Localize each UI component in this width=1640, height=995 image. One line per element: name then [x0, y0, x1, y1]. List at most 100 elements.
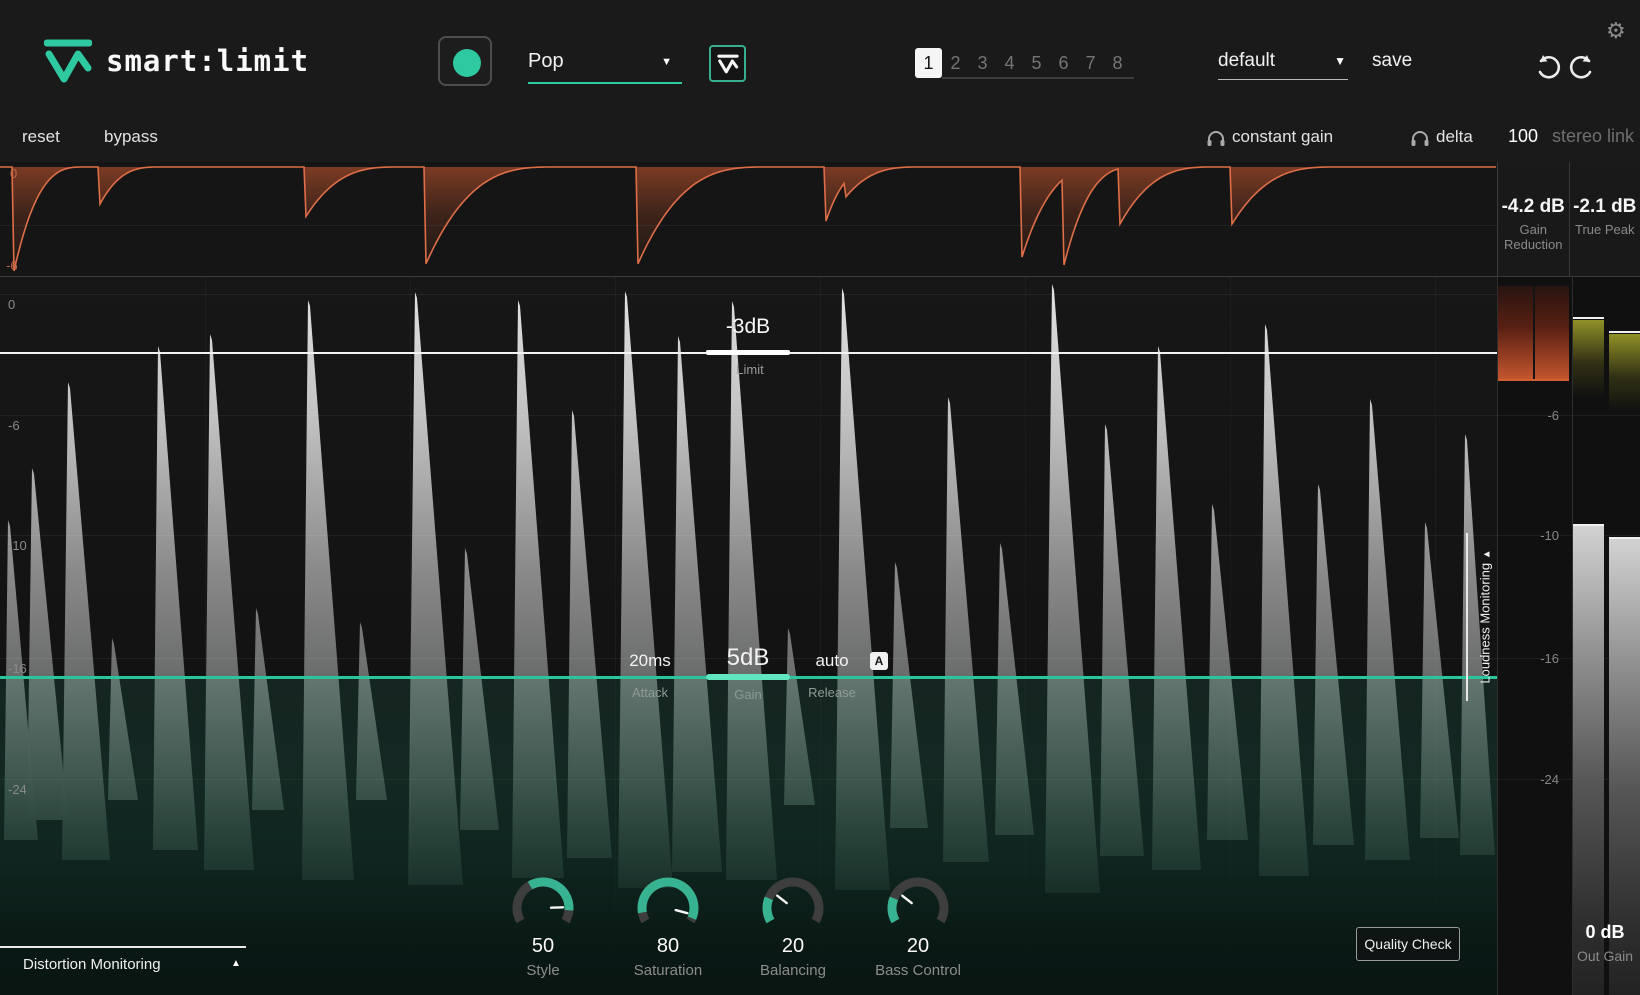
profile-reference-button[interactable] [709, 45, 746, 82]
plugin-window: smart:limit Pop ▼ 1 2 3 4 5 6 7 8 defaul… [0, 0, 1640, 995]
loudness-monitoring-handle-line [1466, 533, 1468, 701]
state-page-7[interactable]: 7 [1077, 48, 1104, 78]
gain-reduction-label: Gain Reduction [1503, 222, 1563, 252]
saturation-value: 80 [656, 935, 680, 957]
loudness-monitoring-handle[interactable]: Loudness Monitoring ▲ [1478, 533, 1493, 701]
attack-value[interactable]: 20ms [610, 651, 690, 671]
state-page-1[interactable]: 1 [915, 48, 942, 78]
state-page-2[interactable]: 2 [942, 48, 969, 78]
scale-0: 0 [8, 297, 16, 312]
gain-reduction-meter [1498, 286, 1569, 381]
bypass-button[interactable]: bypass [104, 127, 158, 147]
true-peak-value: -2.1 dB [1573, 196, 1637, 217]
state-page-8[interactable]: 8 [1104, 48, 1131, 78]
toolbar-row: reset bypass constant gain delta 100 ste… [0, 112, 1640, 162]
limit-line-handle[interactable] [706, 350, 790, 355]
reset-button[interactable]: reset [22, 127, 60, 147]
limit-value[interactable]: -3dB [700, 315, 796, 339]
chevron-down-icon: ▼ [1334, 54, 1346, 68]
limit-label: Limit [736, 362, 764, 377]
style-value: 50 [531, 935, 555, 957]
state-page-6[interactable]: 6 [1050, 48, 1077, 78]
gridline [1025, 277, 1026, 995]
save-button[interactable]: save [1372, 50, 1412, 72]
state-page-3[interactable]: 3 [969, 48, 996, 78]
style-label: Style [526, 962, 560, 979]
header-bar: smart:limit Pop ▼ 1 2 3 4 5 6 7 8 defaul… [0, 0, 1640, 112]
style-knob[interactable]: 50 Style [488, 875, 598, 979]
gridline-0db [0, 294, 1497, 295]
meter-scale-m24: -24 [1540, 772, 1559, 787]
meter-scale-m10: -10 [1540, 528, 1559, 543]
constant-gain-toggle[interactable]: constant gain [1232, 127, 1333, 147]
waveform-display: 0 -6 -10 -16 -24 -3dB Limit 20ms 5dB aut… [0, 277, 1497, 995]
balancing-knob[interactable]: 20 Balancing [738, 875, 848, 979]
app-title: smart:limit [106, 44, 310, 78]
gr-scale-0: 0 [10, 166, 18, 181]
gain-value[interactable]: 5dB [700, 644, 796, 672]
quality-check-button[interactable]: Quality Check [1356, 927, 1460, 961]
meter-scale-m16: -16 [1540, 651, 1559, 666]
genre-profile-value: Pop [528, 50, 564, 72]
dropdown-underline [1218, 78, 1348, 80]
settings-gear-icon[interactable]: ⚙ [1606, 18, 1626, 44]
headphones-icon [1410, 130, 1430, 147]
gridline [1435, 277, 1436, 995]
saturation-knob[interactable]: 80 Saturation [613, 875, 723, 979]
peak-history-right [1609, 334, 1640, 412]
readouts-panel: -4.2 dB Gain Reduction -2.1 dB True Peak [1497, 162, 1640, 277]
expand-arrow-icon: ▲ [1481, 549, 1493, 560]
true-peak-readout: -2.1 dB True Peak [1568, 162, 1640, 276]
gain-line-handle[interactable] [706, 674, 790, 680]
gridline-10db [0, 535, 1497, 536]
expand-arrow-icon[interactable]: ▲ [231, 958, 241, 969]
distortion-monitoring-line [0, 946, 246, 948]
chevron-down-icon: ▼ [661, 56, 672, 68]
auto-release-badge[interactable]: A [870, 652, 888, 670]
bass-control-label: Bass Control [875, 962, 961, 979]
sonible-mark-small-icon [716, 54, 739, 74]
release-label: Release [808, 685, 856, 700]
gain-reduction-readout: -4.2 dB Gain Reduction [1497, 162, 1569, 276]
delta-toggle[interactable]: delta [1436, 127, 1473, 147]
sonible-mark-icon [44, 38, 92, 84]
preset-dropdown[interactable]: default ▼ [1212, 44, 1354, 80]
loudness-monitoring-label: Loudness Monitoring [1477, 562, 1493, 684]
balancing-label: Balancing [760, 962, 826, 979]
panel-divider [1497, 277, 1498, 995]
state-pages: 1 2 3 4 5 6 7 8 [915, 47, 1131, 79]
gain-reduction-trace [0, 166, 1497, 272]
release-value[interactable]: auto [800, 651, 864, 671]
distortion-monitoring-handle[interactable]: Distortion Monitoring [23, 956, 161, 973]
gain-label: Gain [734, 687, 762, 702]
gr-scale-minus6: -6 [6, 258, 18, 273]
gridline [205, 277, 206, 995]
undo-button[interactable] [1534, 52, 1564, 82]
bass-control-value: 20 [906, 935, 930, 957]
out-gain-label: Out Gain [1576, 948, 1634, 964]
peak-hold-left [1573, 317, 1604, 319]
peak-history-left [1573, 320, 1604, 398]
balancing-value: 20 [781, 935, 805, 957]
meter-scale-m6: -6 [1547, 408, 1559, 423]
gridline-6db [0, 415, 1497, 416]
attack-label: Attack [631, 685, 669, 700]
state-page-5[interactable]: 5 [1023, 48, 1050, 78]
genre-profile-dropdown[interactable]: Pop ▼ [506, 44, 686, 84]
scale-m6: -6 [8, 418, 20, 433]
redo-button[interactable] [1566, 52, 1596, 82]
pages-underline [942, 77, 1134, 79]
meter-divider [1533, 286, 1535, 379]
state-page-4[interactable]: 4 [996, 48, 1023, 78]
out-gain-value[interactable]: 0 dB [1573, 922, 1637, 943]
record-dot-icon [453, 49, 481, 77]
peak-hold-right [1609, 331, 1640, 333]
bass-control-knob[interactable]: 20 Bass Control [863, 875, 973, 979]
stereo-link-value[interactable]: 100 [1508, 126, 1538, 147]
gain-reduction-trace-panel: 0 -6 [0, 162, 1497, 277]
scale-m16: -16 [8, 661, 27, 676]
saturation-label: Saturation [633, 962, 703, 979]
learn-record-button[interactable] [438, 36, 492, 86]
gr-gridline [0, 225, 1497, 226]
preset-value: default [1218, 50, 1276, 71]
